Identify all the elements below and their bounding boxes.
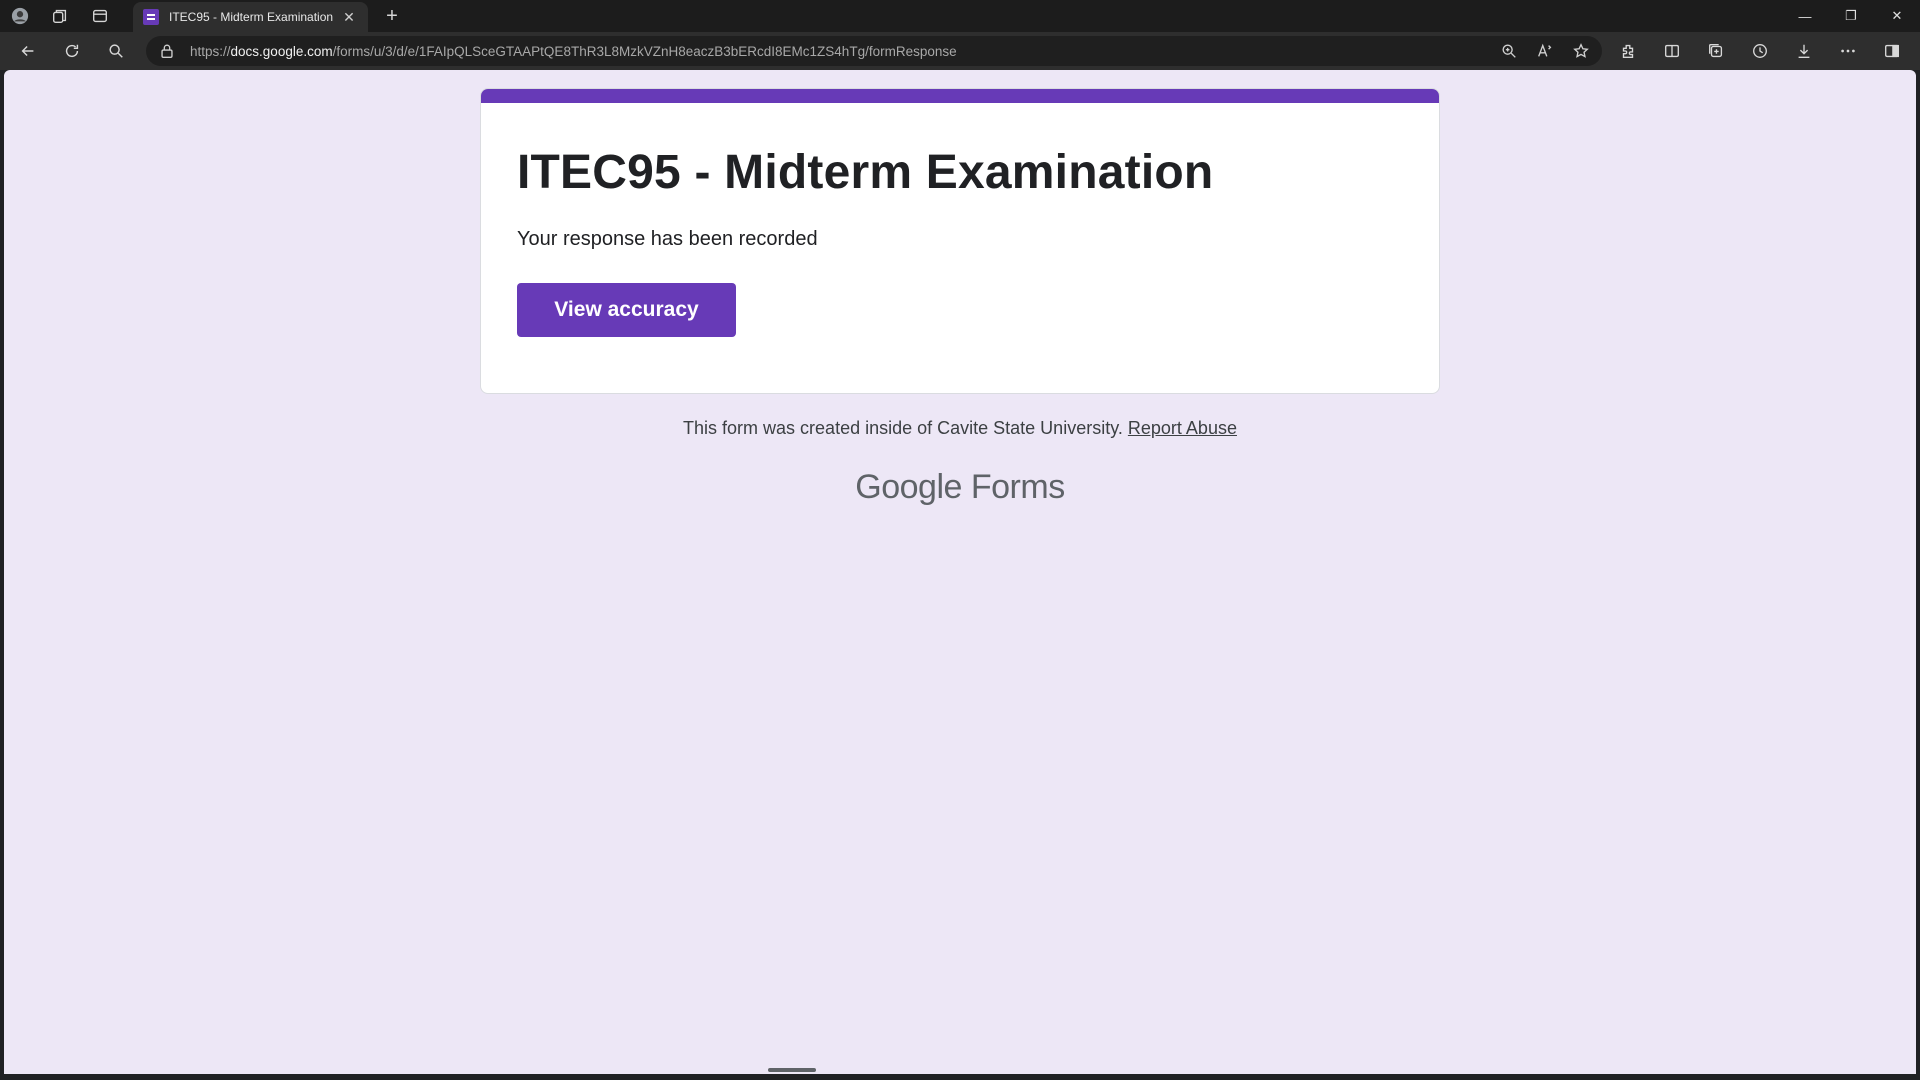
- form-footer: This form was created inside of Cavite S…: [4, 418, 1916, 439]
- profile-icon[interactable]: [0, 0, 40, 32]
- tab-strip: ITEC95 - Midterm Examination ✕ + — ❐ ✕: [0, 0, 1920, 32]
- brand-forms: Forms: [970, 468, 1065, 506]
- tab-actions-icon[interactable]: [80, 0, 120, 32]
- new-tab-button[interactable]: +: [378, 4, 406, 28]
- sidebar-icon[interactable]: [1870, 32, 1914, 70]
- zoom-icon[interactable]: [1500, 42, 1518, 60]
- close-window-button[interactable]: ✕: [1874, 0, 1920, 32]
- split-screen-icon[interactable]: [1650, 32, 1694, 70]
- footer-text: This form was created inside of Cavite S…: [683, 418, 1123, 438]
- report-abuse-link[interactable]: Report Abuse: [1128, 418, 1237, 438]
- google-forms-favicon-icon: [143, 9, 159, 25]
- minimize-button[interactable]: —: [1782, 0, 1828, 32]
- history-icon[interactable]: [1738, 32, 1782, 70]
- refresh-icon[interactable]: [50, 32, 94, 70]
- favorite-star-icon[interactable]: [1572, 42, 1590, 60]
- view-accuracy-button[interactable]: View accuracy: [517, 283, 736, 337]
- google-forms-logo[interactable]: Google Forms: [4, 468, 1916, 507]
- more-icon[interactable]: [1826, 32, 1870, 70]
- window-controls: — ❐ ✕: [1782, 0, 1920, 32]
- tab-active[interactable]: ITEC95 - Midterm Examination ✕: [133, 2, 368, 32]
- browser-toolbar: https://docs.google.com/forms/u/3/d/e/1F…: [0, 32, 1920, 70]
- extensions-icon[interactable]: [1606, 32, 1650, 70]
- restore-button[interactable]: ❐: [1828, 0, 1874, 32]
- read-aloud-icon[interactable]: [1536, 42, 1554, 60]
- brand-google: Google: [855, 468, 962, 506]
- back-icon[interactable]: [6, 32, 50, 70]
- tab-title: ITEC95 - Midterm Examination: [169, 10, 334, 24]
- confirmation-message: Your response has been recorded: [517, 228, 818, 250]
- address-bar[interactable]: https://docs.google.com/forms/u/3/d/e/1F…: [146, 36, 1602, 66]
- tab-close-icon[interactable]: ✕: [340, 8, 358, 26]
- downloads-icon[interactable]: [1782, 32, 1826, 70]
- form-title: ITEC95 - Midterm Examination: [517, 146, 1214, 199]
- page-viewport: ITEC95 - Midterm Examination Your respon…: [4, 70, 1916, 1074]
- card-accent-bar: [481, 89, 1439, 103]
- collections-icon[interactable]: [1694, 32, 1738, 70]
- toolbar-right: [1606, 32, 1914, 70]
- url-text[interactable]: https://docs.google.com/forms/u/3/d/e/1F…: [190, 44, 1500, 59]
- scrollbar-handle[interactable]: [768, 1068, 816, 1072]
- search-icon[interactable]: [94, 32, 138, 70]
- lock-icon[interactable]: [158, 42, 176, 60]
- confirmation-card: ITEC95 - Midterm Examination Your respon…: [480, 88, 1440, 394]
- workspaces-icon[interactable]: [40, 0, 80, 32]
